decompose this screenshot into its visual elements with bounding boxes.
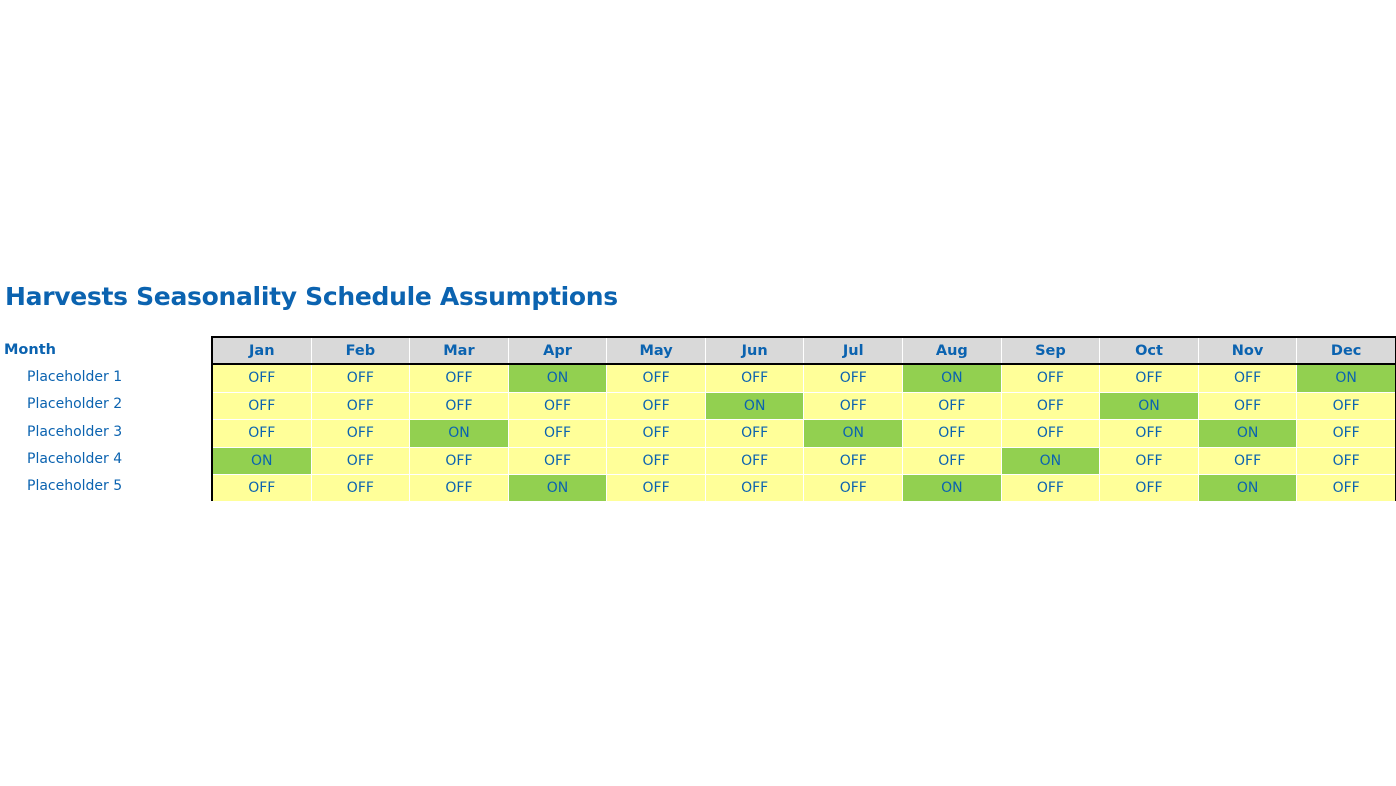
schedule-cell[interactable]: OFF [704,419,804,447]
schedule-cell[interactable]: OFF [606,365,705,393]
schedule-cell[interactable]: OFF [409,392,508,420]
schedule-cell[interactable]: OFF [803,446,903,474]
table-row: OFF OFF OFF ON OFF OFF OFF ON OFF OFF ON OFF [213,473,1395,501]
schedule-cell[interactable]: ON [507,473,607,501]
schedule-cell[interactable]: OFF [1000,365,1100,393]
row-label: Placeholder 5 [27,478,123,495]
month-header-jun: Jun [704,338,804,363]
schedule-cell[interactable]: OFF [606,473,705,501]
schedule-cell[interactable]: OFF [1099,446,1198,474]
schedule-cell[interactable]: OFF [606,419,705,447]
month-header-jan: Jan [249,343,275,359]
schedule-cell[interactable]: ON [803,419,903,447]
schedule-cell[interactable]: OFF [1000,392,1100,420]
month-header-sep: Sep [1000,338,1100,363]
month-row-label: Month [4,342,56,358]
schedule-cell[interactable]: ON [507,365,607,393]
schedule-cell[interactable]: OFF [1296,446,1395,474]
schedule-cell[interactable]: ON [1000,446,1100,474]
schedule-cell[interactable]: OFF [1296,392,1395,420]
month-header-nov: Nov [1197,338,1297,363]
month-header-dec: Dec [1296,338,1395,363]
schedule-cell[interactable]: OFF [803,365,903,393]
month-header-feb: Feb [310,338,410,363]
schedule-cell[interactable]: ON [902,473,1001,501]
table-row: OFF OFF ON OFF OFF OFF ON OFF OFF OFF ON OFF [213,419,1395,447]
schedule-cell[interactable]: ON [1197,419,1297,447]
schedule-cell[interactable]: OFF [213,365,311,393]
month-header-aug: Aug [902,338,1001,363]
schedule-cell[interactable]: OFF [902,419,1001,447]
schedule-cell[interactable]: ON [1296,365,1395,393]
schedule-cell[interactable]: OFF [1296,419,1395,447]
schedule-cell[interactable]: OFF [213,473,311,501]
month-header-jul: Jul [803,338,902,363]
month-header-row: Jan Feb Mar Apr May Jun Jul Aug Sep Oct Nov Dec [213,338,1395,365]
schedule-cell[interactable]: OFF [507,446,607,474]
schedule-cell[interactable]: OFF [1099,419,1198,447]
schedule-cell[interactable]: OFF [1000,419,1100,447]
table-row: ON OFF OFF OFF OFF OFF OFF OFF ON OFF OFF OFF [213,446,1395,474]
schedule-cell[interactable]: OFF [1197,365,1297,393]
schedule-cell[interactable]: OFF [606,446,705,474]
schedule-cell[interactable]: OFF [1000,473,1100,501]
seasonality-grid: Jan Feb Mar Apr May Jun Jul Aug Sep Oct Nov Dec OFF… [211,336,1396,501]
month-header-apr: Apr [507,338,607,363]
schedule-cell[interactable]: ON [1197,473,1297,501]
schedule-cell[interactable]: ON [409,419,508,447]
row-labels: Placeholder 1 Placeholder 2 Placeholder 3 P… [27,364,122,500]
schedule-cell[interactable]: OFF [1296,473,1395,501]
row-label: Placeholder 1 [27,369,123,385]
schedule-cell[interactable]: ON [213,446,311,474]
schedule-cell[interactable]: OFF [704,365,804,393]
month-header-oct: Oct [1099,338,1198,363]
month-header-mar: Mar [409,338,508,363]
schedule-cell[interactable]: ON [1099,392,1198,420]
schedule-cell[interactable]: OFF [1197,392,1297,420]
schedule-cell[interactable]: OFF [704,473,804,501]
schedule-cell[interactable]: ON [704,392,804,420]
schedule-cell[interactable]: OFF [409,473,508,501]
schedule-cell[interactable]: OFF [409,446,508,474]
schedule-cell[interactable]: OFF [213,419,311,447]
page-title: Harvests Seasonality Schedule Assumption… [5,282,618,311]
schedule-cell[interactable]: OFF [704,446,804,474]
schedule-cell[interactable]: OFF [902,392,1001,420]
schedule-cell[interactable]: OFF [803,473,903,501]
schedule-cell[interactable]: OFF [606,392,705,420]
row-label: Placeholder 2 [27,396,123,413]
schedule-cell[interactable]: OFF [310,419,410,447]
schedule-cell[interactable]: OFF [310,392,410,420]
table-row: OFF OFF OFF OFF OFF ON OFF OFF OFF ON OFF OFF [213,392,1395,420]
schedule-cell[interactable]: OFF [1197,446,1297,474]
table-row: OFF OFF OFF ON OFF OFF OFF ON OFF OFF OFF ON [213,365,1395,393]
row-label: Placeholder 3 [27,423,123,440]
schedule-cell[interactable]: OFF [310,446,410,474]
month-header-may: May [606,338,705,363]
schedule-cell[interactable]: ON [902,365,1001,393]
grid-body: OFF OFF OFF ON OFF OFF OFF ON OFF OFF OFF ON OFF OFF O… [213,365,1395,501]
schedule-cell[interactable]: OFF [507,419,607,447]
schedule-cell[interactable]: OFF [803,392,903,420]
schedule-cell[interactable]: OFF [213,392,311,420]
schedule-cell[interactable]: OFF [1099,365,1198,393]
schedule-cell[interactable]: OFF [310,473,410,501]
schedule-cell[interactable]: OFF [902,446,1001,474]
schedule-cell[interactable]: OFF [409,365,508,393]
schedule-cell[interactable]: OFF [507,392,607,420]
schedule-cell[interactable]: OFF [310,365,410,393]
schedule-cell[interactable]: OFF [1099,473,1198,501]
row-label: Placeholder 4 [27,450,123,467]
